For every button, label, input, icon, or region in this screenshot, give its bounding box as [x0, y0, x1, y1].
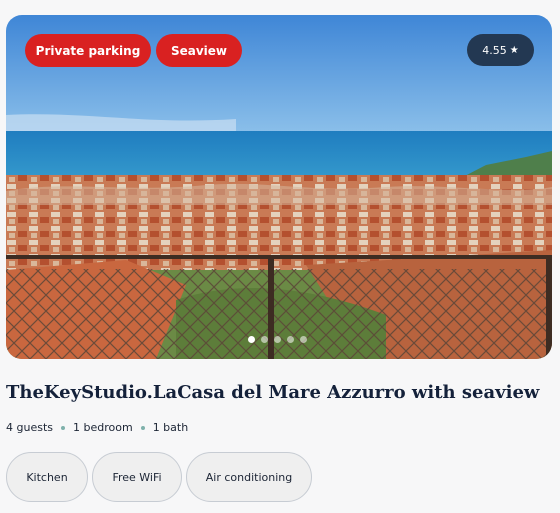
- bath-count: 1 bath: [152, 421, 189, 434]
- listing-card[interactable]: Private parking Seaview 4.55 ★ TheKeyStu…: [0, 0, 560, 513]
- seaview-tag: Seaview: [156, 34, 242, 67]
- pagination-dot-3[interactable]: [274, 336, 281, 343]
- pagination-dot-4[interactable]: [287, 336, 294, 343]
- amenity-list: Kitchen Free WiFi Air conditioning: [6, 452, 312, 502]
- pagination-dot-1[interactable]: [248, 336, 255, 343]
- amenity-chip-wifi: Free WiFi: [92, 452, 182, 502]
- amenity-chip-air-conditioning: Air conditioning: [186, 452, 312, 502]
- guests-count: 4 guests: [6, 421, 53, 434]
- bedroom-count: 1 bedroom: [73, 421, 133, 434]
- rating-value: 4.55: [482, 43, 507, 57]
- private-parking-tag: Private parking: [25, 34, 151, 67]
- amenity-chip-kitchen: Kitchen: [6, 452, 88, 502]
- pagination-dot-2[interactable]: [261, 336, 268, 343]
- fact-separator: [61, 425, 65, 430]
- star-icon: ★: [509, 44, 519, 56]
- listing-title[interactable]: TheKeyStudio.LaCasa del Mare Azzurro wit…: [6, 382, 554, 403]
- fact-separator: [140, 425, 145, 430]
- image-pagination: [248, 336, 307, 343]
- rating-badge: 4.55 ★: [467, 34, 534, 66]
- listing-facts: 4 guests 1 bedroom 1 bath: [6, 421, 188, 434]
- pagination-dot-5[interactable]: [300, 336, 307, 343]
